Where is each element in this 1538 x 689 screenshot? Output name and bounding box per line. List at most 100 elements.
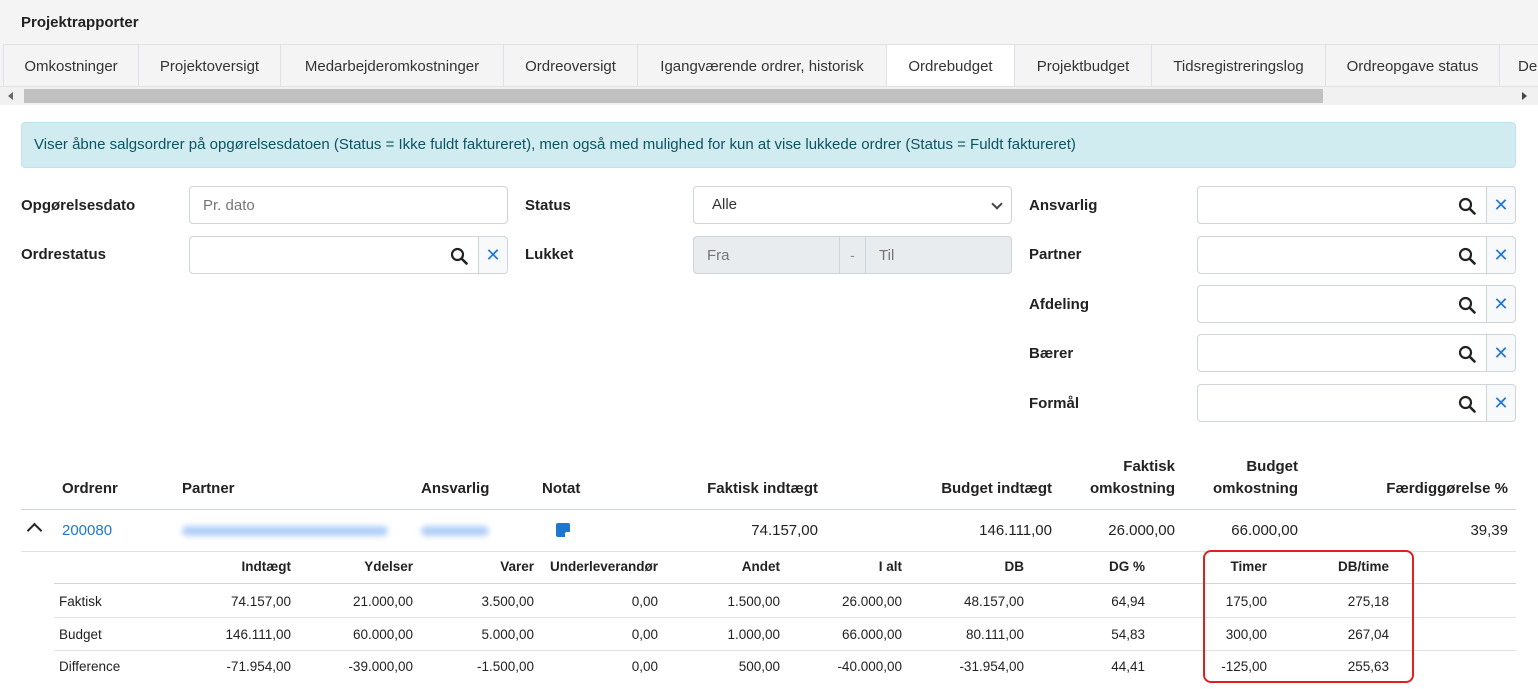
partner-clear-button[interactable]: ✕ xyxy=(1487,236,1516,274)
afdeling-field[interactable] xyxy=(1197,285,1487,323)
horizontal-scrollbar[interactable] xyxy=(0,87,1538,105)
ansvarlig-field[interactable] xyxy=(1197,186,1487,224)
detail-cell: 21.000,00 xyxy=(352,594,413,609)
partner-redacted xyxy=(182,526,388,536)
col-header-faerdiggorelse[interactable]: Færdiggørelse % xyxy=(1386,478,1508,500)
formal-label: Formål xyxy=(1029,395,1080,412)
lukket-from-input[interactable] xyxy=(693,236,840,274)
chevron-up-icon[interactable] xyxy=(26,522,43,539)
detail-cell: -1.500,00 xyxy=(476,659,534,674)
scroll-right-icon[interactable] xyxy=(1522,92,1527,100)
lukket-to-input[interactable] xyxy=(865,236,1012,274)
search-icon[interactable] xyxy=(1458,345,1476,363)
opgorelsesdato-label: Opgørelsesdato xyxy=(21,197,136,214)
tab-ordreopgave-status[interactable]: Ordreopgave status xyxy=(1325,44,1500,86)
tab-overflow[interactable]: De xyxy=(1499,44,1538,86)
detail-cell: 500,00 xyxy=(738,659,780,674)
tab-projektbudget[interactable]: Projektbudget xyxy=(1014,44,1152,86)
search-icon[interactable] xyxy=(1458,197,1476,215)
detail-cell: -40.000,00 xyxy=(837,659,902,674)
tab-projektoversigt[interactable]: Projektoversigt xyxy=(138,44,281,86)
tab-medarbejderomkostninger[interactable]: Medarbejderomkostninger xyxy=(280,44,504,86)
col-header-budget-omkostning[interactable]: Budget omkostning xyxy=(1213,456,1298,500)
detail-cell: 80.111,00 xyxy=(965,627,1024,642)
formal-field[interactable] xyxy=(1197,384,1487,422)
ansvarlig-clear-button[interactable]: ✕ xyxy=(1487,186,1516,224)
search-icon[interactable] xyxy=(1458,296,1476,314)
detail-header-underleverandor: Underleverandør xyxy=(549,559,658,574)
col-header-faktisk-omkostning-line1: Faktisk xyxy=(1123,458,1175,475)
detail-header-ydelser: Ydelser xyxy=(364,559,413,574)
ordrestatus-field[interactable] xyxy=(189,236,479,274)
search-icon[interactable] xyxy=(1458,247,1476,265)
detail-cell: 74.157,00 xyxy=(230,594,291,609)
chevron-down-icon xyxy=(991,198,1003,210)
info-alert: Viser åbne salgsordrer på opgørelsesdato… xyxy=(21,122,1516,168)
detail-cell: 64,94 xyxy=(1111,594,1145,609)
tab-omkostninger[interactable]: Omkostninger xyxy=(3,44,139,86)
budget-omkostning-value: 66.000,00 xyxy=(1231,522,1298,539)
detail-cell: 44,41 xyxy=(1111,659,1145,674)
status-select[interactable]: Alle xyxy=(693,186,1012,224)
col-header-faktisk-indtaegt[interactable]: Faktisk indtægt xyxy=(707,478,818,500)
faerdiggorelse-value: 39,39 xyxy=(1470,522,1508,539)
col-header-faktisk-omkostning[interactable]: Faktisk omkostning xyxy=(1090,456,1175,500)
search-icon[interactable] xyxy=(450,247,468,265)
detail-cell: 0,00 xyxy=(631,659,658,674)
col-header-budget-omkostning-line2: omkostning xyxy=(1213,480,1298,497)
scroll-left-icon[interactable] xyxy=(8,92,13,100)
tab-tidsregistreringslog[interactable]: Tidsregistreringslog xyxy=(1151,44,1326,86)
faktisk-omkostning-value: 26.000,00 xyxy=(1108,522,1175,539)
baerer-label: Bærer xyxy=(1029,345,1074,362)
detail-cell: 1.000,00 xyxy=(727,627,780,642)
scrollbar-thumb[interactable] xyxy=(24,89,1323,103)
col-header-ordrenr[interactable]: Ordrenr xyxy=(62,478,118,500)
detail-header-db: DB xyxy=(1004,559,1025,574)
detail-cell: 3.500,00 xyxy=(481,594,534,609)
tab-igangvaerende-ordrer[interactable]: Igangværende ordrer, historisk xyxy=(637,44,887,86)
table-header-divider xyxy=(21,509,1516,510)
tab-ordrebudget[interactable]: Ordrebudget xyxy=(886,44,1015,86)
budget-indtaegt-value: 146.111,00 xyxy=(979,522,1052,539)
detail-cell: -31.954,00 xyxy=(959,659,1024,674)
col-header-ansvarlig[interactable]: Ansvarlig xyxy=(421,478,489,500)
col-header-partner[interactable]: Partner xyxy=(182,478,235,500)
formal-clear-button[interactable]: ✕ xyxy=(1487,384,1516,422)
detail-cell: 48.157,00 xyxy=(963,594,1024,609)
detail-cell: 54,83 xyxy=(1111,627,1145,642)
detail-header-andet: Andet xyxy=(741,559,780,574)
detail-row-label-faktisk: Faktisk xyxy=(59,594,102,609)
status-select-value: Alle xyxy=(712,196,738,213)
faktisk-indtaegt-value: 74.157,00 xyxy=(751,522,818,539)
detail-row-label-budget: Budget xyxy=(59,627,102,642)
page-title: Projektrapporter xyxy=(21,14,139,31)
col-header-notat[interactable]: Notat xyxy=(542,478,580,500)
detail-cell: 1.500,00 xyxy=(727,594,780,609)
lukket-separator: - xyxy=(840,236,865,274)
search-icon[interactable] xyxy=(1458,395,1476,413)
detail-cell: 146.111,00 xyxy=(225,627,291,642)
detail-header-dg: DG % xyxy=(1108,559,1145,574)
afdeling-label: Afdeling xyxy=(1029,296,1089,313)
note-icon[interactable] xyxy=(556,523,570,537)
partner-label: Partner xyxy=(1029,246,1082,263)
detail-cell: 60.000,00 xyxy=(352,627,413,642)
tab-ordreoversigt[interactable]: Ordreoversigt xyxy=(503,44,638,86)
opgorelsesdato-input[interactable] xyxy=(189,186,508,224)
baerer-field[interactable] xyxy=(1197,334,1487,372)
highlight-box xyxy=(1203,550,1414,683)
ordrenr-link[interactable]: 200080 xyxy=(62,522,112,539)
ordrestatus-clear-button[interactable]: ✕ xyxy=(479,236,508,274)
detail-row-label-difference: Difference xyxy=(59,659,121,674)
col-header-budget-indtaegt[interactable]: Budget indtægt xyxy=(941,478,1052,500)
detail-cell: -71.954,00 xyxy=(226,659,291,674)
detail-cell: -39.000,00 xyxy=(348,659,413,674)
col-header-budget-omkostning-line1: Budget xyxy=(1246,458,1298,475)
detail-cell: 5.000,00 xyxy=(481,627,534,642)
partner-field[interactable] xyxy=(1197,236,1487,274)
afdeling-clear-button[interactable]: ✕ xyxy=(1487,285,1516,323)
title-bar: Projektrapporter xyxy=(0,0,1538,44)
detail-cell: 0,00 xyxy=(631,627,658,642)
status-label: Status xyxy=(525,197,571,214)
baerer-clear-button[interactable]: ✕ xyxy=(1487,334,1516,372)
